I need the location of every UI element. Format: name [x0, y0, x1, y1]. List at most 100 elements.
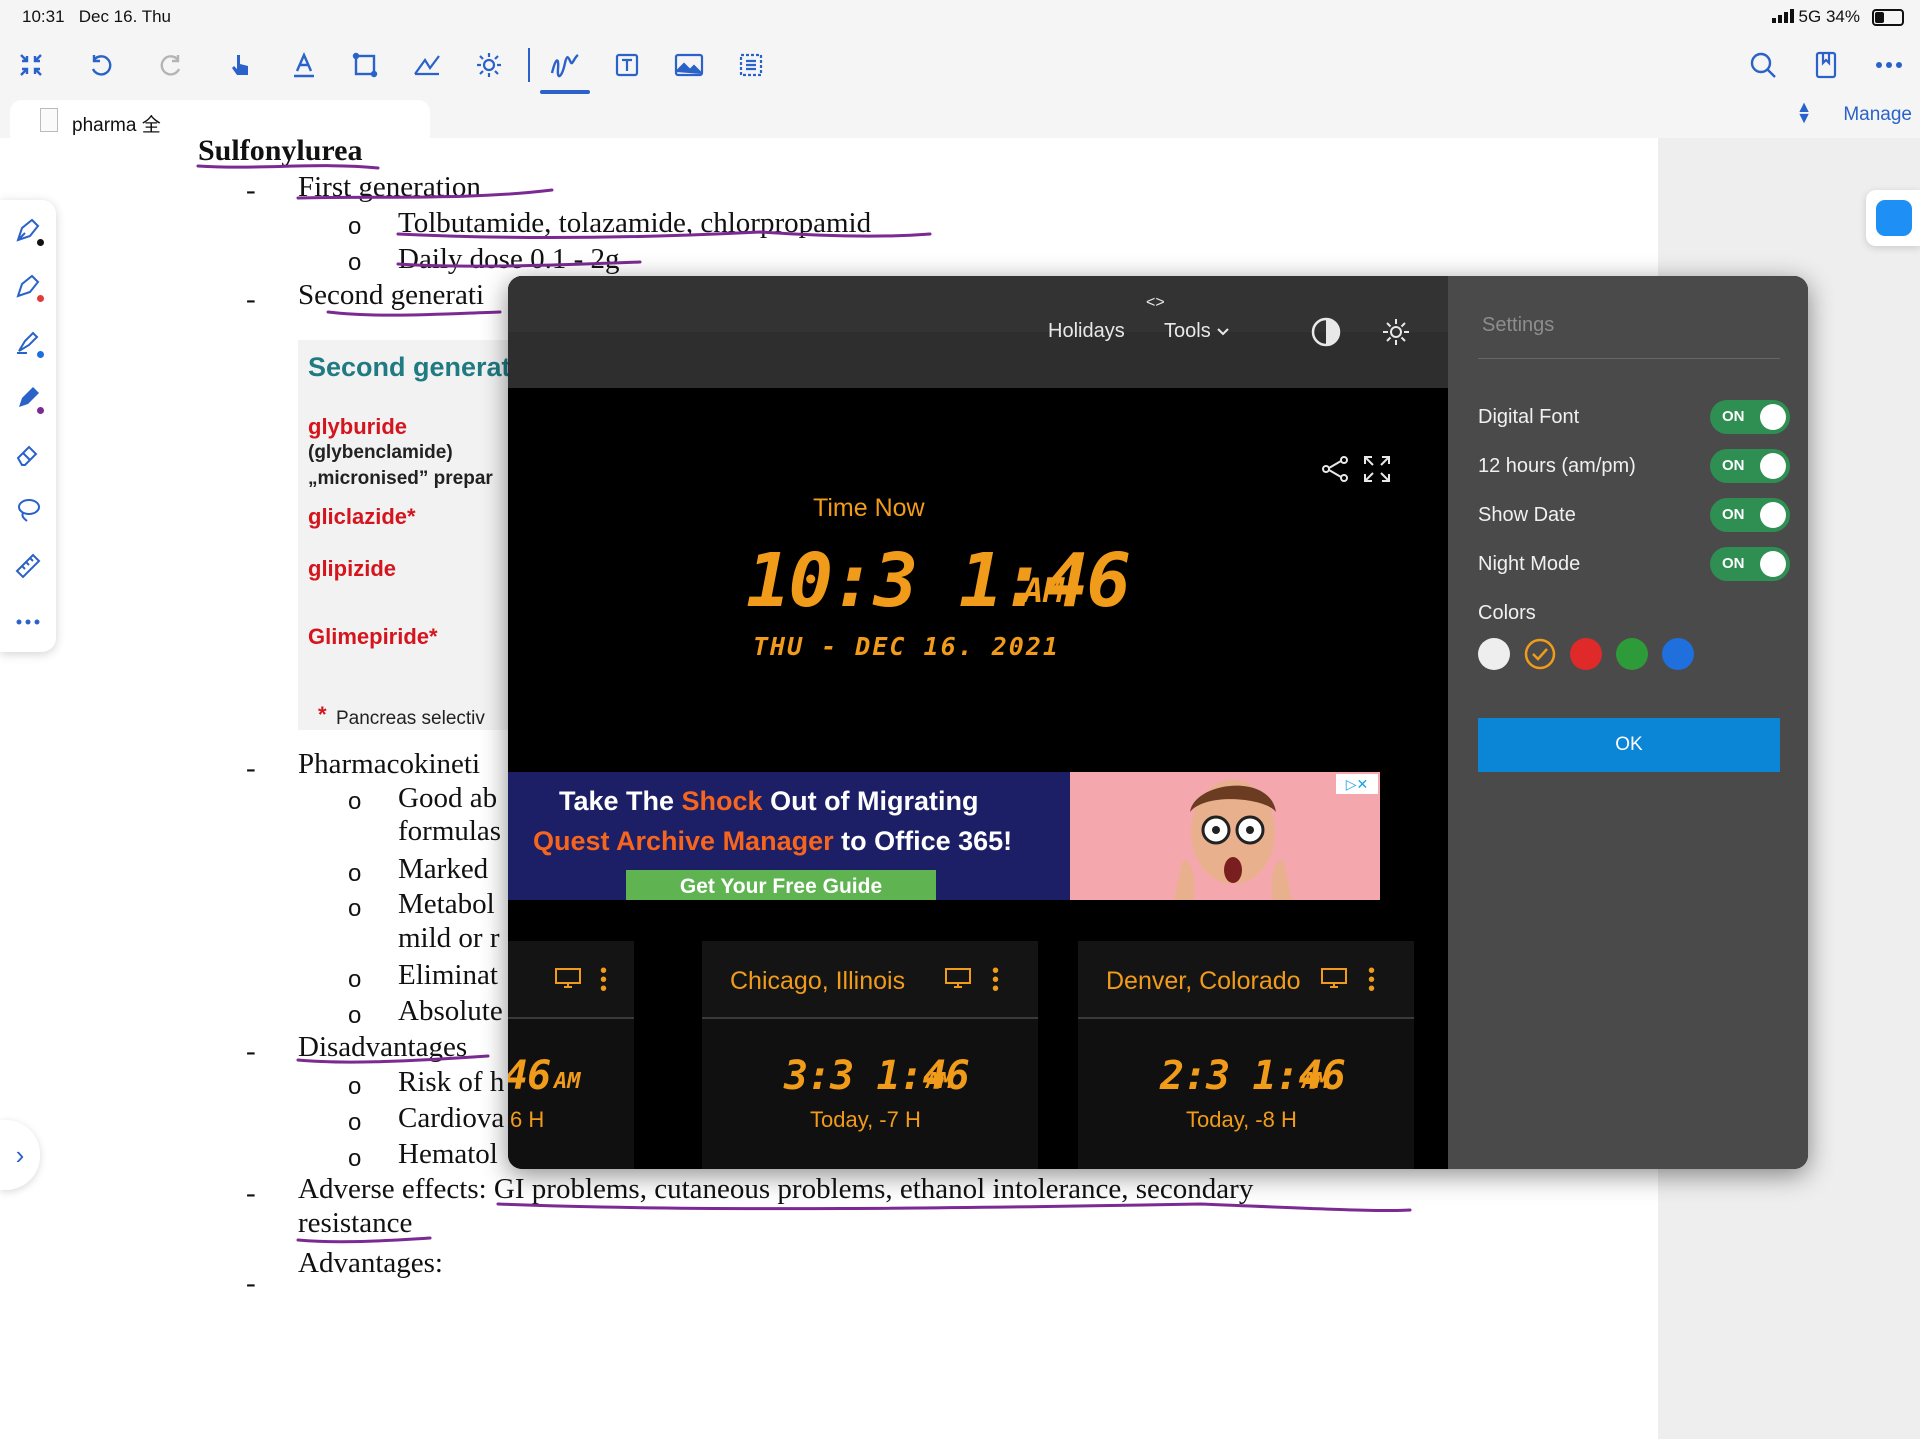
- manage-button[interactable]: Manage: [1843, 104, 1912, 126]
- time-now-label: Time Now: [813, 494, 925, 522]
- figure-footnote: Pancreas selectiv: [336, 708, 485, 729]
- bullet-marker: -: [246, 1267, 256, 1299]
- monitor-icon[interactable]: [944, 967, 972, 989]
- text-icon[interactable]: [283, 44, 325, 86]
- bullet-marker: -: [246, 174, 256, 206]
- ballpoint-pen-icon[interactable]: [12, 270, 44, 302]
- bullet-marker: -: [246, 1177, 256, 1209]
- ad-close-icon[interactable]: ▷✕: [1336, 774, 1378, 794]
- status-time-date: 10:31 Dec 16. Thu: [22, 7, 172, 26]
- ad-headline-2: Quest Archive Manager to Office 365!: [533, 826, 1013, 856]
- fullscreen-icon[interactable]: [1362, 454, 1392, 489]
- advertisement-banner[interactable]: Take The Shock Out of Migrating Quest Ar…: [508, 772, 1380, 900]
- pen-icon[interactable]: [544, 44, 586, 86]
- figure-title: Second generat: [308, 352, 511, 382]
- doc-line: First generation: [298, 171, 481, 203]
- settings-stamp-icon[interactable]: [468, 44, 510, 86]
- redo-icon[interactable]: [150, 44, 192, 86]
- kebab-menu-icon[interactable]: • • •: [1368, 961, 1376, 999]
- doc-figure: Second generat glyburide (glybenclamide)…: [298, 340, 518, 730]
- expand-panel-chevron-icon[interactable]: ›: [0, 1120, 40, 1190]
- doc-line: Cardiova: [398, 1102, 505, 1134]
- city-name: Denver, Colorado: [1106, 967, 1301, 995]
- document-icon: [40, 108, 58, 132]
- status-right: 5G 34%: [1771, 7, 1860, 27]
- settings-divider: [1478, 358, 1780, 359]
- doc-line: formulas: [398, 815, 502, 847]
- setting-label: Show Date: [1478, 504, 1576, 526]
- night-mode-toggle[interactable]: ON: [1710, 547, 1790, 581]
- more-tools-icon[interactable]: [12, 606, 44, 638]
- tool-palette: [0, 200, 56, 652]
- eraser-icon[interactable]: [12, 438, 44, 470]
- active-tool-indicator: [540, 90, 590, 94]
- hand-icon[interactable]: [220, 44, 262, 86]
- fountain-pen-icon[interactable]: [12, 214, 44, 246]
- battery-percent: 34%: [1825, 7, 1860, 26]
- contrast-icon[interactable]: [1310, 316, 1342, 354]
- collapse-icon[interactable]: [10, 44, 52, 86]
- undo-icon[interactable]: [80, 44, 122, 86]
- ruler-icon[interactable]: [12, 550, 44, 582]
- color-swatch-orange[interactable]: [1524, 638, 1556, 670]
- city-offset: Today, -8 H: [1186, 1107, 1297, 1132]
- outline-icon[interactable]: [730, 44, 772, 86]
- brush-pen-icon[interactable]: [12, 326, 44, 358]
- doc-line: Pharmacokineti: [298, 748, 481, 780]
- assistant-button[interactable]: [1866, 190, 1920, 246]
- rectangle-select-icon[interactable]: [344, 44, 386, 86]
- monitor-icon[interactable]: [554, 967, 582, 989]
- bullet-marker: o: [348, 1109, 362, 1136]
- sort-icon[interactable]: ▲ ▼: [1796, 100, 1812, 127]
- more-icon[interactable]: [1868, 44, 1910, 86]
- shapes-icon[interactable]: [406, 44, 448, 86]
- gear-icon[interactable]: [1380, 316, 1412, 354]
- city-name: Chicago, Illinois: [730, 967, 906, 995]
- kebab-menu-icon[interactable]: • • •: [600, 961, 608, 999]
- color-swatch-white[interactable]: [1478, 638, 1510, 670]
- city-card: • • • 46 AM 6 H: [508, 941, 634, 1169]
- search-icon[interactable]: [1742, 44, 1784, 86]
- doc-line: Absolute: [398, 995, 503, 1027]
- tools-menu[interactable]: Tools: [1164, 320, 1230, 343]
- doc-line: Tolbutamide, tolazamide, chlorpropamid: [398, 207, 872, 239]
- city-card: Denver, Colorado • • • 2:3 1:46 AM Today, …: [1078, 941, 1414, 1169]
- holidays-menu[interactable]: Holidays: [1048, 320, 1125, 343]
- tab-row: pharma 全: [0, 96, 1920, 138]
- monitor-icon[interactable]: [1320, 967, 1348, 989]
- setting-label: 12 hours (am/pm): [1478, 455, 1636, 477]
- kebab-menu-icon[interactable]: • • •: [992, 961, 1000, 999]
- bullet-marker: o: [348, 213, 362, 240]
- figure-drug: glipizide: [308, 556, 396, 581]
- lasso-icon[interactable]: [12, 494, 44, 526]
- bullet-marker: o: [348, 895, 362, 922]
- highlighter-icon[interactable]: [12, 382, 44, 414]
- city-card-header: • • •: [508, 941, 634, 1019]
- city-ampm: AM: [926, 1069, 953, 1094]
- city-card: Chicago, Illinois • • • 3:3 1:46 AM Today,…: [702, 941, 1038, 1169]
- text-box-icon[interactable]: [606, 44, 648, 86]
- show-date-toggle[interactable]: ON: [1710, 498, 1790, 532]
- city-card-header: Chicago, Illinois • • •: [702, 941, 1038, 1019]
- bullet-marker: o: [348, 1145, 362, 1172]
- color-swatch-red[interactable]: [1570, 638, 1602, 670]
- bullet-marker: o: [348, 1073, 362, 1100]
- image-icon[interactable]: [668, 44, 710, 86]
- share-icon[interactable]: [1320, 454, 1350, 489]
- digital-font-toggle[interactable]: ON: [1710, 400, 1790, 434]
- ok-button[interactable]: OK: [1478, 718, 1780, 772]
- doc-line: Disadvantages: [298, 1031, 468, 1063]
- ad-cta-button[interactable]: Get Your Free Guide: [626, 870, 936, 900]
- color-swatch-green[interactable]: [1616, 638, 1648, 670]
- color-swatch-blue[interactable]: [1662, 638, 1694, 670]
- network-label: 5G: [1798, 7, 1822, 26]
- signal-icon: [1771, 9, 1794, 23]
- tab-pharma[interactable]: pharma 全: [10, 100, 430, 138]
- doc-line: Hematol: [398, 1138, 498, 1170]
- city-offset: 6 H: [510, 1107, 545, 1132]
- figure-footnote-star: *: [318, 702, 327, 727]
- twelve-hour-toggle[interactable]: ON: [1710, 449, 1790, 483]
- doc-line: Risk of h: [398, 1066, 505, 1098]
- doc-line: Marked: [398, 853, 489, 885]
- bookmark-icon[interactable]: [1805, 44, 1847, 86]
